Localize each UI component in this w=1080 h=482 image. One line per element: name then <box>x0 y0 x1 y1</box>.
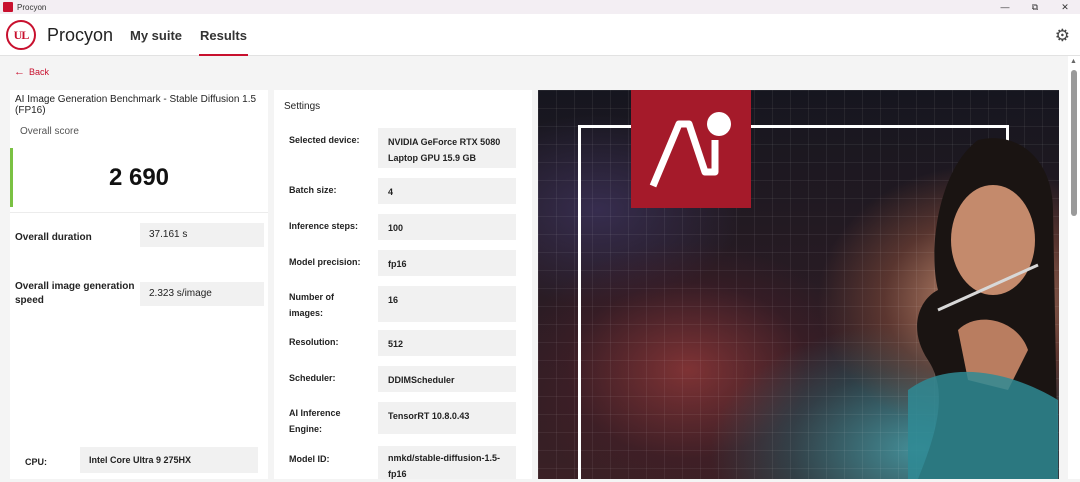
cpu-value: Intel Core Ultra 9 275HX <box>80 447 258 473</box>
page-scrollbar[interactable]: ▲ <box>1068 56 1080 479</box>
person-figure-illustration <box>908 138 1058 479</box>
ai-logo-glyph-icon <box>649 112 731 188</box>
settings-panel: Settings Selected device: NVIDIA GeForce… <box>274 90 532 479</box>
settings-value-engine: TensorRT 10.8.0.43 <box>378 402 516 434</box>
tab-my-suite[interactable]: My suite <box>130 28 182 56</box>
title-bar: Procyon — ⧉ ✕ <box>0 0 1080 14</box>
close-button[interactable]: ✕ <box>1050 0 1080 14</box>
settings-label-images: Number of images: <box>289 292 334 318</box>
back-label: Back <box>29 67 50 77</box>
settings-value-steps: 100 <box>378 214 516 240</box>
overall-duration-value: 37.161 s <box>140 223 264 247</box>
benchmark-hero-image <box>538 90 1059 479</box>
settings-value-device: NVIDIA GeForce RTX 5080 Laptop GPU 15.9 … <box>378 128 516 168</box>
back-link[interactable]: ← Back <box>14 66 49 78</box>
settings-label-steps: Inference steps: <box>289 221 359 231</box>
brand-name: Procyon <box>47 25 114 45</box>
gear-icon[interactable]: ⚙ <box>1055 26 1070 46</box>
window-title: Procyon <box>17 2 47 12</box>
image-speed-value: 2.323 s/image <box>140 282 264 306</box>
scroll-thumb[interactable] <box>1071 70 1077 216</box>
hero-frame-line <box>578 125 581 479</box>
settings-title: Settings <box>284 101 321 112</box>
benchmark-title: AI Image Generation Benchmark - Stable D… <box>15 94 257 116</box>
settings-label-engine: AI Inference Engine: <box>289 408 341 434</box>
settings-value-batch: 4 <box>378 178 516 204</box>
ul-logo[interactable]: UL <box>6 20 36 50</box>
overall-score-value: 2 690 <box>108 164 170 191</box>
ai-logo <box>631 90 751 208</box>
settings-label-device: Selected device: <box>289 135 360 145</box>
overall-duration-label: Overall duration <box>15 232 92 243</box>
app-icon <box>3 2 13 12</box>
settings-value-precision: fp16 <box>378 250 516 276</box>
settings-label-scheduler: Scheduler: <box>289 373 336 383</box>
app-header: UL Procyon My suite Results ⚙ <box>0 14 1080 56</box>
settings-label-batch: Batch size: <box>289 185 337 195</box>
minimize-button[interactable]: — <box>990 0 1020 14</box>
arrow-left-icon: ← <box>14 66 25 78</box>
settings-label-precision: Model precision: <box>289 257 361 267</box>
scroll-up-icon[interactable]: ▲ <box>1070 58 1077 65</box>
settings-value-scheduler: DDIMScheduler <box>378 366 516 392</box>
ul-logo-text: UL <box>13 27 30 42</box>
result-panel: AI Image Generation Benchmark - Stable D… <box>10 90 268 479</box>
settings-value-model-id: nmkd/stable-diffusion-1.5-fp16 <box>378 446 516 479</box>
maximize-button[interactable]: ⧉ <box>1020 0 1050 14</box>
settings-value-resolution: 512 <box>378 330 516 356</box>
cpu-label: CPU: <box>25 457 47 467</box>
divider <box>10 212 268 213</box>
settings-label-resolution: Resolution: <box>289 337 339 347</box>
image-speed-label: Overall image generation speed <box>15 281 135 306</box>
tab-results[interactable]: Results <box>199 28 248 56</box>
window-controls: — ⧉ ✕ <box>990 0 1080 14</box>
overall-score-label: Overall score <box>20 126 79 137</box>
settings-value-images: 16 <box>378 286 516 322</box>
settings-label-model-id: Model ID: <box>289 454 330 464</box>
